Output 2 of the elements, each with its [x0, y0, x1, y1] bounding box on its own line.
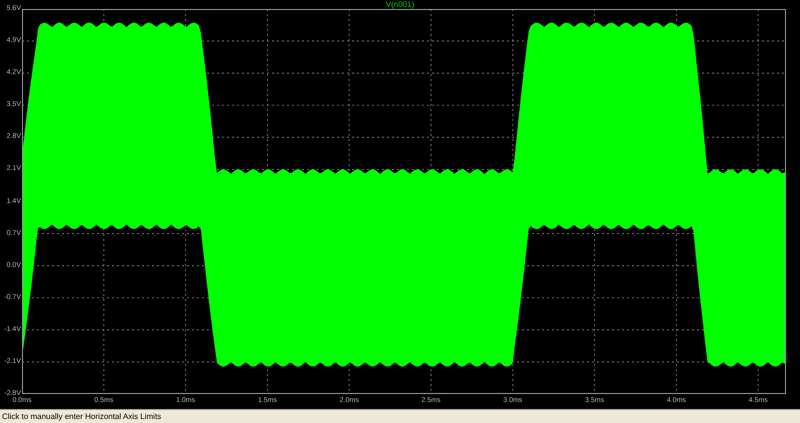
trace-label: V(n001) [386, 0, 414, 9]
status-text: Click to manually enter Horizontal Axis Limits [2, 412, 162, 422]
